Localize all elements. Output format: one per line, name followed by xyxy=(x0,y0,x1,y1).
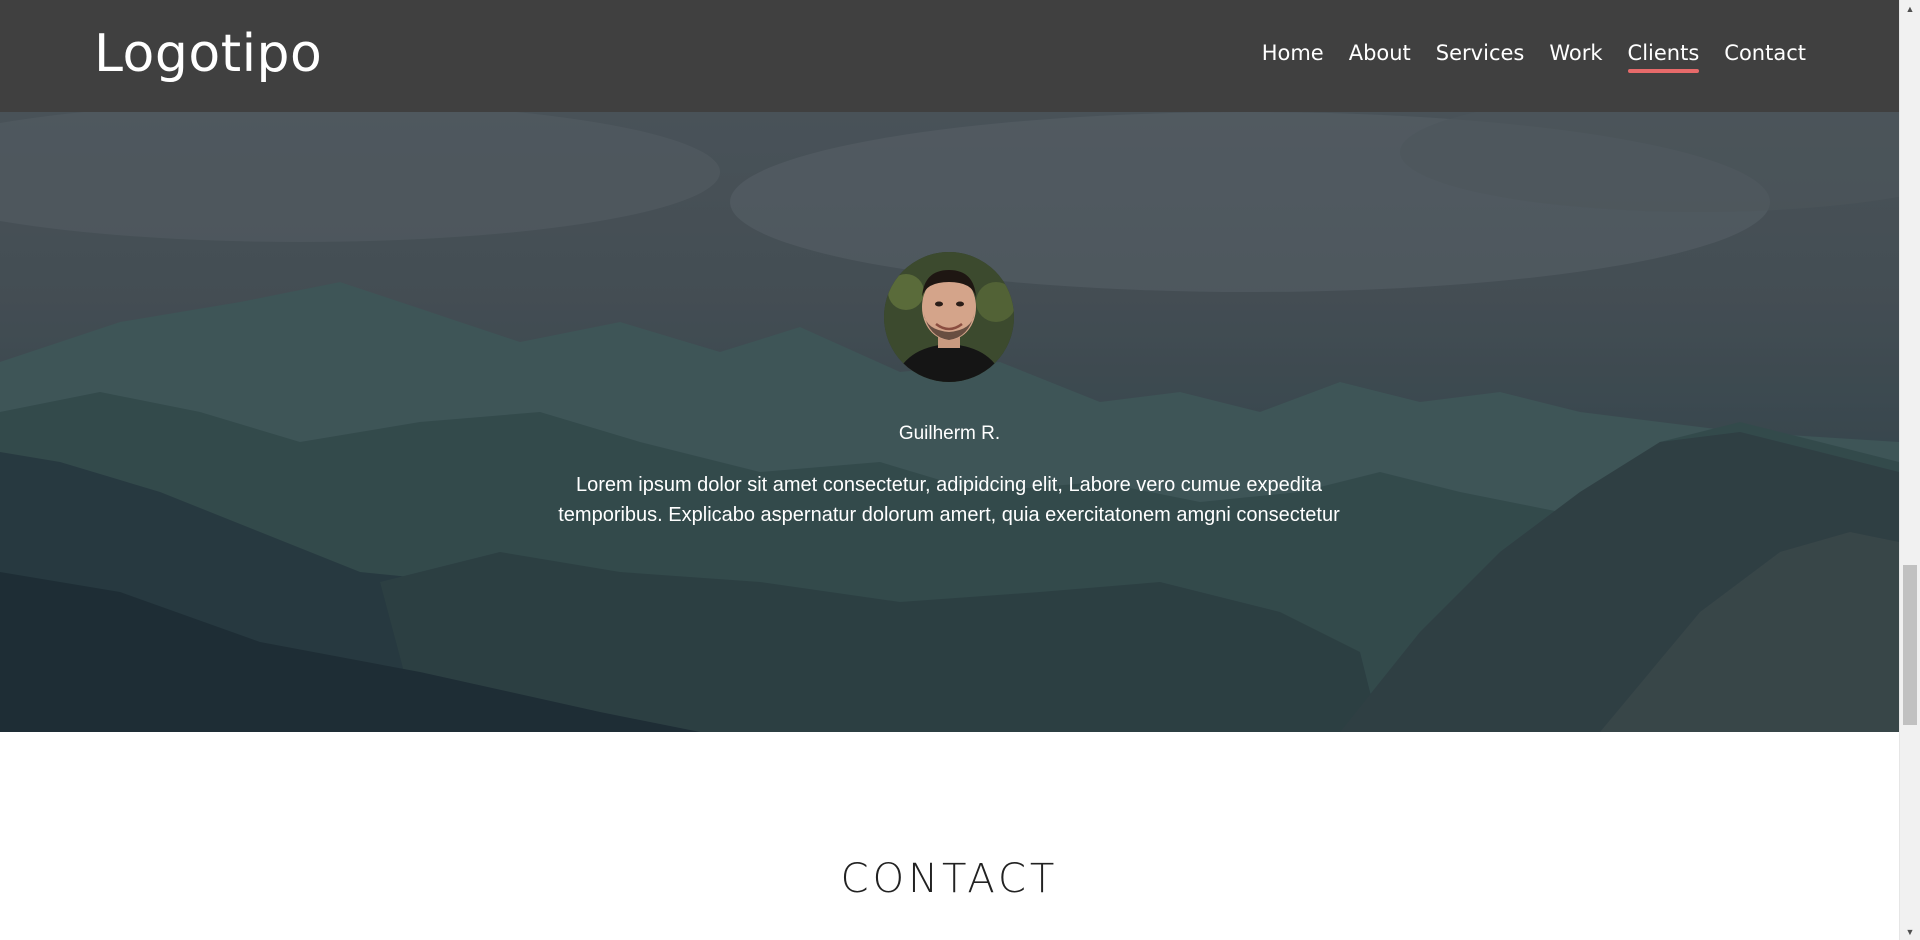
triangle-down-icon[interactable]: ▼ xyxy=(1900,923,1920,940)
contact-section: CONTACT xyxy=(0,732,1899,940)
nav-link-about[interactable]: About xyxy=(1349,38,1411,72)
page-scrollbar[interactable]: ▲ ▼ xyxy=(1899,0,1920,940)
testimonial-quote-line: Lorem ipsum dolor sit amet consectetur, … xyxy=(576,474,1322,496)
page: Logotipo Home About Services Work Client… xyxy=(0,0,1920,940)
nav-link-contact[interactable]: Contact xyxy=(1724,38,1806,72)
triangle-up-icon[interactable]: ▲ xyxy=(1900,0,1920,17)
section-title: CONTACT xyxy=(840,856,1059,902)
nav-link-clients[interactable]: Clients xyxy=(1627,38,1699,73)
nav-link-services[interactable]: Services xyxy=(1436,38,1525,72)
nav-link-home[interactable]: Home xyxy=(1262,38,1324,72)
scroll-thumb[interactable] xyxy=(1903,565,1917,725)
main-nav: Home About Services Work Clients Contact xyxy=(1262,38,1806,73)
testimonial-quote-line: temporibus. Explicabo aspernatur dolorum… xyxy=(558,504,1340,526)
avatar xyxy=(884,252,1014,382)
testimonial: Guilherm R. Lorem ipsum dolor sit amet c… xyxy=(0,112,1899,732)
testimonial-quote: Lorem ipsum dolor sit amet consectetur, … xyxy=(549,470,1349,530)
testimonial-author: Guilherm R. xyxy=(898,423,1001,444)
nav-link-work[interactable]: Work xyxy=(1549,38,1602,72)
site-logo[interactable]: Logotipo xyxy=(94,22,322,86)
testimonial-section: Guilherm R. Lorem ipsum dolor sit amet c… xyxy=(0,112,1899,732)
site-header: Logotipo Home About Services Work Client… xyxy=(0,0,1899,112)
avatar-portrait-icon xyxy=(884,252,1014,382)
